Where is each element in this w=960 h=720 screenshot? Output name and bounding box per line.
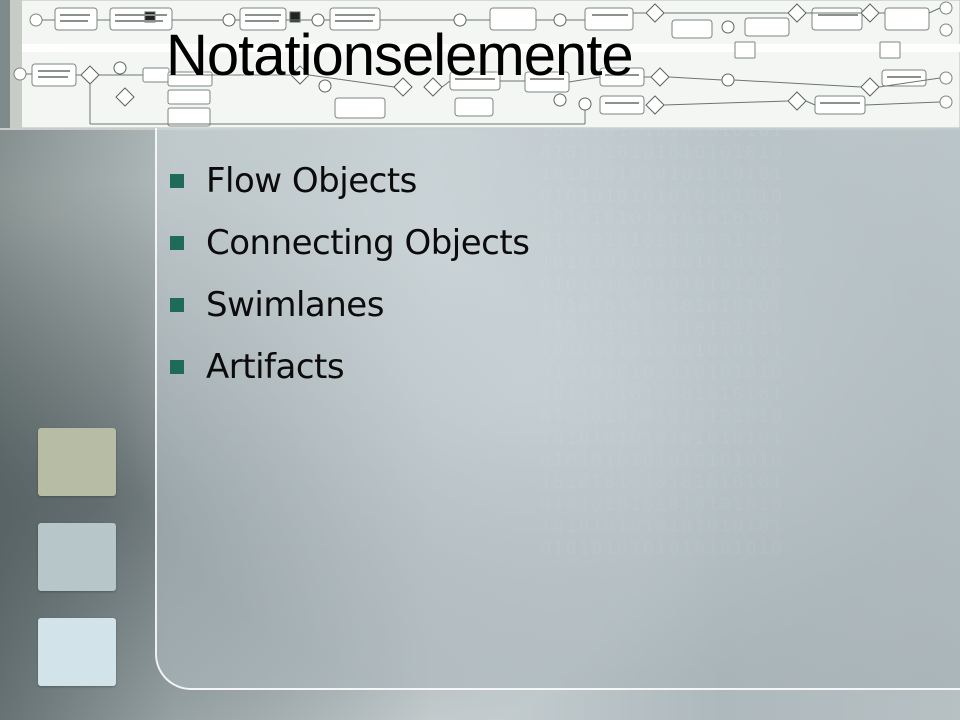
- bullet-list: Flow Objects Connecting Objects Swimlane…: [170, 150, 530, 398]
- bullet-label: Swimlanes: [206, 285, 384, 325]
- square-bullet-icon: [170, 298, 184, 312]
- square-bullet-icon: [170, 360, 184, 374]
- square-bullet-icon: [170, 236, 184, 250]
- bullet-item-flow-objects: Flow Objects: [170, 150, 529, 212]
- bullet-item-swimlanes: Swimlanes: [170, 274, 529, 336]
- bullet-label: Connecting Objects: [206, 223, 530, 263]
- bullet-label: Flow Objects: [206, 161, 417, 201]
- slide-title: Notationselemente: [166, 23, 634, 88]
- bullet-label: Artifacts: [206, 347, 345, 387]
- decorative-swatch-3: [38, 618, 116, 686]
- decorative-swatch-1: [38, 428, 116, 496]
- bullet-item-artifacts: Artifacts: [170, 336, 529, 398]
- decorative-swatch-2: [38, 523, 116, 591]
- square-bullet-icon: [170, 174, 184, 188]
- bullet-item-connecting-objects: Connecting Objects: [170, 212, 530, 274]
